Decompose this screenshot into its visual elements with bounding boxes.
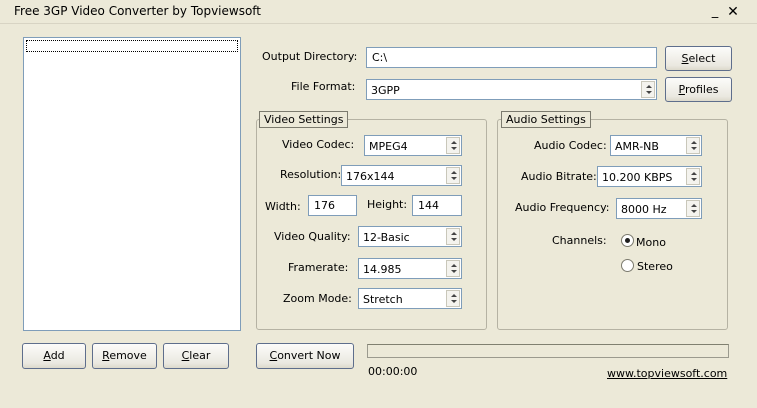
resolution-label: Resolution: (280, 168, 342, 181)
select-button-label: Select (681, 52, 716, 65)
audio-codec-dropdown[interactable]: AMR-NB (610, 135, 702, 156)
clear-button[interactable]: Clear (163, 343, 229, 369)
video-codec-value: MPEG4 (369, 140, 408, 153)
resolution-value: 176x144 (346, 170, 395, 183)
video-settings-title: Video Settings (259, 111, 349, 128)
height-input[interactable]: 144 (412, 195, 462, 216)
video-codec-arrow-icon[interactable] (446, 137, 460, 154)
audio-frequency-value: 8000 Hz (621, 203, 667, 216)
select-button[interactable]: Select (665, 46, 732, 71)
convert-now-button[interactable]: Convert Now (256, 343, 354, 369)
zoom-mode-arrow-icon[interactable] (446, 290, 460, 307)
audio-bitrate-label: Audio Bitrate: (521, 170, 597, 183)
elapsed-time: 00:00:00 (368, 365, 418, 378)
output-directory-label: Output Directory: (262, 50, 358, 63)
video-quality-label: Video Quality: (274, 230, 351, 243)
audio-codec-label: Audio Codec: (534, 139, 607, 152)
video-codec-dropdown[interactable]: MPEG4 (364, 135, 462, 156)
profiles-button-label: Profiles (678, 83, 719, 96)
video-quality-arrow-icon[interactable] (446, 228, 460, 245)
add-button[interactable]: Add (22, 343, 86, 369)
resolution-dropdown[interactable]: 176x144 (341, 165, 462, 186)
stereo-radio[interactable] (621, 259, 634, 272)
stereo-label[interactable]: Stereo (637, 260, 673, 273)
framerate-value: 14.985 (363, 263, 402, 276)
file-list-focus-row (26, 40, 238, 52)
conversion-progress-bar (367, 344, 729, 358)
height-label: Height: (367, 198, 408, 211)
framerate-dropdown[interactable]: 14.985 (358, 258, 462, 279)
website-link[interactable]: www.topviewsoft.com (607, 367, 727, 380)
zoom-mode-label: Zoom Mode: (283, 292, 352, 305)
minimize-button[interactable]: _ (706, 3, 724, 21)
file-format-value: 3GPP (371, 84, 400, 97)
title-bar: Free 3GP Video Converter by Topviewsoft … (0, 0, 757, 24)
audio-bitrate-value: 10.200 KBPS (602, 171, 673, 184)
remove-button-label: Remove (102, 349, 147, 362)
video-quality-value: 12-Basic (363, 231, 410, 244)
channels-label: Channels: (552, 234, 607, 247)
profiles-button[interactable]: Profiles (665, 77, 732, 102)
zoom-mode-dropdown[interactable]: Stretch (358, 288, 462, 309)
remove-button[interactable]: Remove (92, 343, 157, 369)
audio-bitrate-dropdown[interactable]: 10.200 KBPS (597, 166, 702, 187)
output-directory-input[interactable]: C:\ (366, 47, 657, 68)
width-input[interactable]: 176 (308, 195, 357, 216)
framerate-arrow-icon[interactable] (446, 260, 460, 277)
audio-settings-title: Audio Settings (501, 111, 591, 128)
framerate-label: Framerate: (288, 261, 349, 274)
audio-frequency-arrow-icon[interactable] (686, 200, 700, 217)
audio-codec-value: AMR-NB (615, 140, 659, 153)
file-format-dropdown-arrow-icon[interactable] (641, 81, 655, 98)
file-list[interactable] (23, 37, 241, 331)
add-button-label: Add (43, 349, 65, 362)
file-format-dropdown[interactable]: 3GPP (366, 79, 657, 100)
window-title: Free 3GP Video Converter by Topviewsoft (14, 4, 262, 18)
close-button[interactable]: ✕ (724, 3, 742, 21)
audio-bitrate-arrow-icon[interactable] (686, 168, 700, 185)
resolution-arrow-icon[interactable] (446, 167, 460, 184)
clear-button-label: Clear (181, 349, 211, 362)
convert-now-button-label: Convert Now (269, 349, 341, 362)
video-codec-label: Video Codec: (282, 138, 355, 151)
mono-radio[interactable] (621, 234, 634, 247)
zoom-mode-value: Stretch (363, 293, 403, 306)
audio-frequency-dropdown[interactable]: 8000 Hz (616, 198, 702, 219)
audio-frequency-label: Audio Frequency: (515, 201, 610, 214)
width-label: Width: (265, 200, 301, 213)
mono-label[interactable]: Mono (636, 236, 666, 249)
app-window: Free 3GP Video Converter by Topviewsoft … (0, 0, 757, 408)
video-quality-dropdown[interactable]: 12-Basic (358, 226, 462, 247)
audio-codec-arrow-icon[interactable] (686, 137, 700, 154)
file-format-label: File Format: (291, 80, 356, 93)
